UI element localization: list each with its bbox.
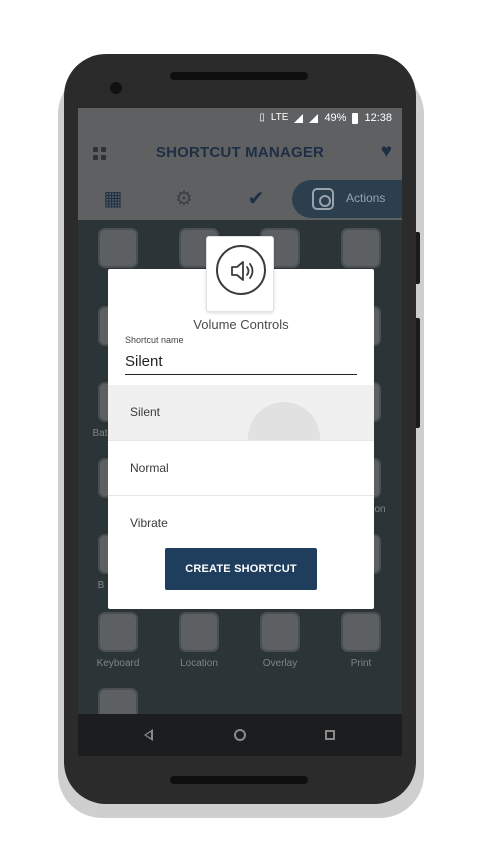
tab-dashboard-icon[interactable]: ▦ (100, 186, 126, 212)
document-tile-icon[interactable] (341, 228, 381, 268)
ripple-effect (248, 402, 320, 440)
tab-settings-icon[interactable]: ⚙ (171, 186, 197, 212)
power-button (416, 318, 420, 428)
option-silent-label: Silent (130, 405, 161, 419)
front-camera (110, 82, 122, 94)
tab-bar: ▦ ⚙ ✔ Actions (78, 178, 402, 220)
actions-icon (312, 188, 334, 210)
stage: ▯ LTE 49% 12:38 SHORTCUT MANAGER ♥ ▦ ⚙ ✔ (0, 0, 480, 864)
app-bar: SHORTCUT MANAGER ♥ (78, 130, 402, 178)
dialog-icon-card (206, 236, 274, 312)
option-silent[interactable]: Silent (108, 385, 374, 440)
network-type: LTE (270, 112, 289, 123)
tab-checkmark-icon[interactable]: ✔ (243, 186, 269, 212)
option-vibrate[interactable]: Vibrate (108, 495, 374, 550)
system-nav-bar (78, 714, 402, 756)
location-tile-icon[interactable] (179, 612, 219, 652)
tab-actions-label: Actions (346, 191, 386, 205)
option-normal[interactable]: Normal (108, 440, 374, 495)
app-title: SHORTCUT MANAGER (155, 144, 325, 161)
dialog-title: Volume Controls (193, 317, 289, 332)
option-vibrate-label: Vibrate (130, 516, 168, 530)
earpiece (170, 72, 308, 80)
battery-percent: 49% (324, 112, 347, 124)
volume-icon (216, 245, 266, 295)
tile-label-print: Print (350, 658, 372, 669)
shortcut-name-label: Shortcut name (125, 335, 184, 345)
tile-label-keyboard: Keyboard (96, 658, 140, 669)
heart-icon[interactable]: ♥ (381, 142, 392, 162)
clock: 12:38 (364, 112, 392, 124)
option-normal-label: Normal (130, 461, 169, 475)
shortcut-name-input[interactable] (125, 349, 357, 375)
bottom-speaker (170, 776, 308, 784)
vibrate-icon: ▯ (259, 112, 265, 123)
link-tile-icon[interactable] (98, 228, 138, 268)
overlay-tile-icon[interactable] (260, 612, 300, 652)
volume-dialog: Volume Controls Shortcut name Silent Nor… (108, 269, 374, 609)
keyboard-tile-icon[interactable] (98, 612, 138, 652)
tile-label-overlay: Overlay (262, 658, 298, 669)
home-icon[interactable] (234, 729, 246, 741)
status-bar: ▯ LTE 49% 12:38 (78, 108, 402, 130)
signal-icon-2 (309, 113, 319, 123)
battery-icon (352, 112, 359, 124)
screen: ▯ LTE 49% 12:38 SHORTCUT MANAGER ♥ ▦ ⚙ ✔ (78, 108, 402, 756)
recents-icon[interactable] (325, 730, 335, 740)
signal-icon (294, 113, 304, 123)
print-tile-icon[interactable] (341, 612, 381, 652)
volume-button (416, 232, 420, 284)
tile-label-location: Location (180, 658, 218, 669)
back-icon[interactable] (144, 729, 153, 741)
create-shortcut-button[interactable]: CREATE SHORTCUT (165, 548, 317, 590)
tab-actions[interactable]: Actions (292, 180, 402, 218)
